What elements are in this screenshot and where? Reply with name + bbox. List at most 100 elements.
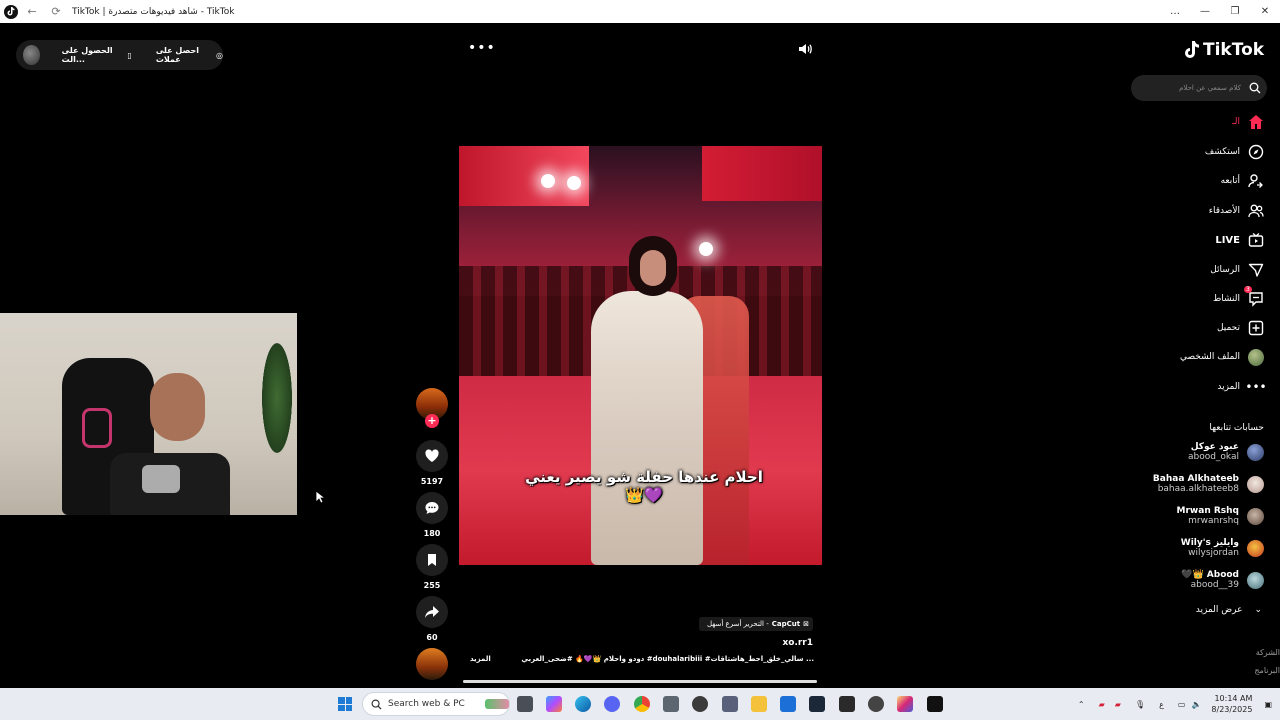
steam-icon[interactable] xyxy=(809,696,825,712)
browser-title-bar: ← ⟳ TikTok | شاهد فيديوهات متصدرة - TikT… xyxy=(0,0,1280,23)
speaker-icon[interactable]: 🔈 xyxy=(1191,700,1201,709)
chrome-icon[interactable] xyxy=(634,696,650,712)
nav-item-profile[interactable]: الملف الشخصي xyxy=(1180,348,1264,366)
nav-item-upload[interactable]: تحميل xyxy=(1217,320,1264,336)
profile-avatar xyxy=(1248,348,1264,366)
following-account[interactable]: Mrwan Rshq mrwanrshq xyxy=(1177,506,1264,526)
refresh-icon[interactable]: ⟳ xyxy=(46,5,66,18)
nav-item-messages[interactable]: الرسائل xyxy=(1210,262,1264,278)
taskbar-search-input[interactable]: Search web & PC xyxy=(362,692,510,716)
compass-icon xyxy=(1248,144,1264,160)
tray-app-icon[interactable]: ▰ xyxy=(1099,700,1105,709)
get-coins-button[interactable]: احصل على عملات ◎ xyxy=(156,46,223,64)
close-button[interactable]: ✕ xyxy=(1250,0,1280,23)
nav-item-home[interactable]: الـ xyxy=(1232,114,1264,130)
nav-label: تحميل xyxy=(1216,323,1240,333)
friends-icon xyxy=(1248,203,1264,219)
file-explorer-icon[interactable] xyxy=(751,696,767,712)
video-author[interactable]: xo.rr1 xyxy=(782,638,813,648)
footer-link[interactable]: الشركة xyxy=(1256,648,1280,657)
minimize-button[interactable]: — xyxy=(1190,0,1220,23)
settings-icon[interactable] xyxy=(868,696,884,712)
back-icon[interactable]: ← xyxy=(22,5,42,18)
streamer xyxy=(110,373,230,515)
nav-item-live[interactable]: LIVE xyxy=(1215,232,1264,248)
footer-link[interactable]: البرنامج xyxy=(1254,666,1280,675)
follow-plus-icon[interactable]: + xyxy=(425,414,439,428)
capcut-text: التحرير أسرع أسهل - xyxy=(706,620,769,628)
bookmark-icon xyxy=(416,544,448,576)
activity-badge: 3 xyxy=(1244,286,1252,293)
capcut-tag[interactable]: التحرير أسرع أسهل - CapCut ⊠ xyxy=(699,617,813,631)
todo-icon[interactable] xyxy=(780,696,796,712)
store-icon[interactable] xyxy=(663,696,679,712)
get-app-label: الحصول على الت... xyxy=(61,46,113,64)
coin-icon: ◎ xyxy=(216,50,223,60)
video-progress-bar[interactable] xyxy=(463,680,817,683)
following-account[interactable]: Bahaa Alkhateeb bahaa.alkhateeb8 xyxy=(1153,474,1264,494)
following-account[interactable]: Wily's وايليز wilysjordan xyxy=(1181,538,1264,558)
github-icon[interactable] xyxy=(692,696,708,712)
nav-item-more[interactable]: المزيد ••• xyxy=(1217,379,1267,395)
network-icon[interactable]: ▭ xyxy=(1178,700,1186,709)
save-count: 255 xyxy=(423,581,441,590)
plant xyxy=(262,343,292,453)
nav-label: الرسائل xyxy=(1210,265,1240,275)
tray-app-icon[interactable]: ▰ xyxy=(1115,700,1121,709)
upload-icon xyxy=(1248,320,1264,336)
discord-icon[interactable] xyxy=(604,696,620,712)
comment-count: 180 xyxy=(423,529,441,538)
search-placeholder: كلام سمعي عن احلام xyxy=(1179,84,1241,92)
sound-avatar[interactable] xyxy=(416,648,448,680)
capcut-brand: CapCut xyxy=(771,620,801,628)
maximize-button[interactable]: ❐ xyxy=(1220,0,1250,23)
video-description[interactable]: دودو واحلام 👑💜🔥 #ضحى_العربي #douhalaribi… xyxy=(521,655,814,663)
video-more-options-icon[interactable]: ••• xyxy=(468,40,496,56)
language-indicator[interactable]: ع xyxy=(1159,700,1164,709)
following-account[interactable]: عبود عوكل abood_okal xyxy=(1188,442,1264,462)
nav-item-following[interactable]: أتابعه xyxy=(1221,173,1264,189)
video-player[interactable]: احلام عندها حفلة شو يصير يعني 👑💜 xyxy=(459,146,822,565)
clock-date: 8/23/2025 xyxy=(1211,705,1253,714)
nav-item-explore[interactable]: استكشف xyxy=(1205,144,1264,160)
clock[interactable]: 10:14 AM 8/23/2025 xyxy=(1211,693,1252,715)
nav-label: الملف الشخصي xyxy=(1180,352,1240,362)
windows-start-icon[interactable] xyxy=(338,697,352,711)
user-avatar[interactable] xyxy=(23,45,40,65)
account-avatar xyxy=(1247,475,1264,493)
heart-icon xyxy=(416,440,448,472)
phone-icon: ▯ xyxy=(127,50,132,60)
nav-item-activity[interactable]: النشاط 3 xyxy=(1213,286,1264,307)
save-button[interactable]: 255 xyxy=(416,544,448,590)
chevron-up-icon[interactable]: ⌃ xyxy=(1078,700,1085,709)
microphone-icon[interactable]: 🎙 xyxy=(1135,700,1145,709)
nav-item-friends[interactable]: الأصدقاء xyxy=(1209,203,1264,219)
more-icon: ••• xyxy=(1245,380,1267,394)
tiktok-app-icon xyxy=(4,4,18,19)
nav-label: الـ xyxy=(1232,117,1240,127)
more-link[interactable]: المزيد xyxy=(470,655,491,663)
account-name: عبود عوكل xyxy=(1190,442,1239,452)
nav-label: استكشف xyxy=(1204,147,1240,157)
tiktok-logo[interactable]: TikTok xyxy=(1184,40,1264,60)
edge-icon[interactable] xyxy=(575,696,591,712)
see-more-button[interactable]: عرض المزيد ⌄ xyxy=(1196,605,1262,615)
following-account[interactable]: 🖤👑 Abood abood__39 xyxy=(1181,570,1264,590)
app-icon[interactable] xyxy=(722,696,738,712)
comment-button[interactable]: 180 xyxy=(416,492,448,538)
share-icon xyxy=(416,596,448,628)
notifications-icon[interactable]: ▣ xyxy=(1264,700,1272,709)
get-app-button[interactable]: الحصول على الت... ▯ xyxy=(62,46,132,64)
search-input[interactable]: كلام سمعي عن احلام xyxy=(1131,75,1267,101)
share-button[interactable]: 60 xyxy=(416,596,448,642)
browser-menu-icon[interactable]: … xyxy=(1160,0,1190,23)
volume-icon[interactable] xyxy=(797,41,813,57)
tiktok-taskbar-icon[interactable] xyxy=(927,696,943,712)
task-view-icon[interactable] xyxy=(517,696,533,712)
copilot-icon[interactable] xyxy=(546,696,562,712)
search-icon[interactable] xyxy=(1249,82,1261,94)
epic-games-icon[interactable] xyxy=(839,696,855,712)
like-button[interactable]: 5197 xyxy=(416,440,448,486)
account-avatar xyxy=(1247,443,1264,461)
instagram-icon[interactable] xyxy=(897,696,913,712)
